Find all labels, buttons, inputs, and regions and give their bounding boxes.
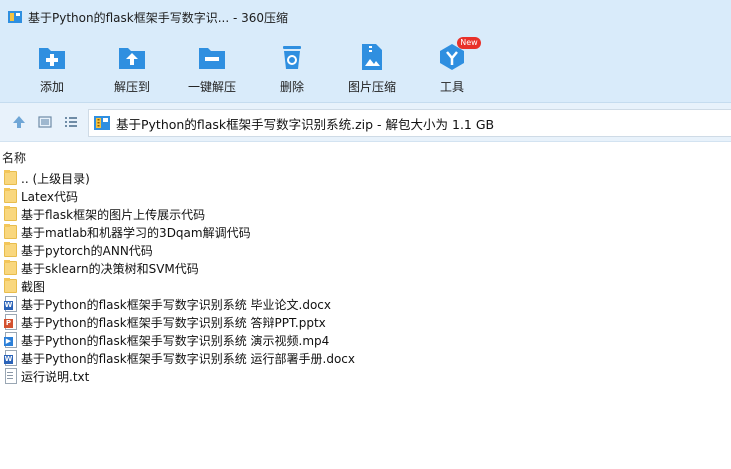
text-file-icon bbox=[4, 368, 18, 384]
file-name: 运行说明.txt bbox=[21, 369, 90, 384]
delete-button[interactable]: 删除 bbox=[254, 40, 330, 98]
title-bar: 基于Python的flask框架手写数字识... - 360压缩 bbox=[0, 0, 731, 34]
one-click-extract-label: 一键解压 bbox=[187, 80, 236, 94]
address-bar: 基于Python的flask框架手写数字识别系统.zip - 解包大小为 1.1… bbox=[0, 103, 731, 142]
list-item[interactable]: 基于pytorch的ANN代码 bbox=[0, 241, 731, 259]
folder-icon bbox=[4, 170, 18, 186]
list-item[interactable]: 截图 bbox=[0, 277, 731, 295]
list-item[interactable]: P 基于Python的flask框架手写数字识别系统 答辩PPT.pptx bbox=[0, 313, 731, 331]
file-name: 基于Python的flask框架手写数字识别系统 毕业论文.docx bbox=[21, 297, 331, 312]
list-item[interactable]: 基于matlab和机器学习的3Dqam解调代码 bbox=[0, 223, 731, 241]
word-document-icon: W bbox=[4, 350, 18, 366]
tools-button[interactable]: New 工具 bbox=[414, 37, 490, 98]
file-name: 基于Python的flask框架手写数字识别系统 运行部署手册.docx bbox=[21, 351, 355, 366]
list-header: 名称 bbox=[0, 146, 731, 166]
image-compress-label: 图片压缩 bbox=[347, 80, 396, 94]
folder-icon bbox=[4, 260, 18, 276]
folder-icon bbox=[4, 224, 18, 240]
one-click-extract-icon bbox=[197, 42, 227, 72]
thumbnail-view-icon[interactable] bbox=[37, 114, 53, 130]
archive-path: 基于Python的flask框架手写数字识别系统.zip - 解包大小为 1.1… bbox=[116, 116, 495, 132]
tools-label: 工具 bbox=[439, 80, 464, 94]
file-list: .. (上级目录) Latex代码基于flask框架的图片上传展示代码基于matl… bbox=[0, 169, 731, 385]
add-icon bbox=[37, 42, 67, 72]
folder-icon bbox=[4, 278, 18, 294]
video-file-icon: ▶ bbox=[4, 332, 18, 348]
extract-to-label: 解压到 bbox=[113, 80, 150, 94]
one-click-extract-button[interactable]: 一键解压 bbox=[174, 40, 250, 98]
file-name: 截图 bbox=[21, 279, 46, 294]
path-field[interactable]: 基于Python的flask框架手写数字识别系统.zip - 解包大小为 1.1… bbox=[88, 109, 731, 137]
word-document-icon: W bbox=[4, 296, 18, 312]
add-button[interactable]: 添加 bbox=[14, 40, 90, 98]
list-item[interactable]: W 基于Python的flask框架手写数字识别系统 运行部署手册.docx bbox=[0, 349, 731, 367]
file-name: 基于flask框架的图片上传展示代码 bbox=[21, 207, 206, 222]
archive-app-icon bbox=[8, 11, 22, 23]
file-name: 基于pytorch的ANN代码 bbox=[21, 243, 153, 258]
file-name: .. (上级目录) bbox=[21, 171, 90, 186]
folder-icon bbox=[4, 206, 18, 222]
recycle-bin-icon bbox=[277, 42, 307, 72]
powerpoint-icon: P bbox=[4, 314, 18, 330]
add-label: 添加 bbox=[39, 80, 64, 94]
list-item[interactable]: Latex代码 bbox=[0, 187, 731, 205]
file-name: 基于Python的flask框架手写数字识别系统 答辩PPT.pptx bbox=[21, 315, 326, 330]
window-title: 基于Python的flask框架手写数字识... - 360压缩 bbox=[28, 10, 289, 25]
list-view-icon[interactable] bbox=[63, 114, 79, 130]
up-arrow-icon[interactable] bbox=[11, 114, 27, 130]
zip-archive-icon bbox=[94, 115, 110, 131]
list-item[interactable]: ▶ 基于Python的flask框架手写数字识别系统 演示视频.mp4 bbox=[0, 331, 731, 349]
delete-label: 删除 bbox=[279, 80, 304, 94]
image-compress-icon bbox=[357, 42, 387, 72]
list-item[interactable]: 基于flask框架的图片上传展示代码 bbox=[0, 205, 731, 223]
toolbar: 添加 解压到 一键解压 删除 图片压缩 New 工具 bbox=[0, 34, 731, 103]
list-item[interactable]: 运行说明.txt bbox=[0, 367, 731, 385]
file-name: Latex代码 bbox=[21, 189, 79, 204]
file-name: 基于matlab和机器学习的3Dqam解调代码 bbox=[21, 225, 251, 240]
list-item[interactable]: .. (上级目录) bbox=[0, 169, 731, 187]
folder-icon bbox=[4, 242, 18, 258]
image-compress-button[interactable]: 图片压缩 bbox=[334, 40, 410, 98]
file-name: 基于sklearn的决策树和SVM代码 bbox=[21, 261, 199, 276]
folder-icon bbox=[4, 188, 18, 204]
file-name: 基于Python的flask框架手写数字识别系统 演示视频.mp4 bbox=[21, 333, 330, 348]
extract-to-icon bbox=[117, 42, 147, 72]
new-badge: New bbox=[457, 37, 481, 49]
extract-to-button[interactable]: 解压到 bbox=[94, 40, 170, 98]
column-header-name[interactable]: 名称 bbox=[2, 149, 26, 166]
list-item[interactable]: 基于sklearn的决策树和SVM代码 bbox=[0, 259, 731, 277]
list-item[interactable]: W 基于Python的flask框架手写数字识别系统 毕业论文.docx bbox=[0, 295, 731, 313]
